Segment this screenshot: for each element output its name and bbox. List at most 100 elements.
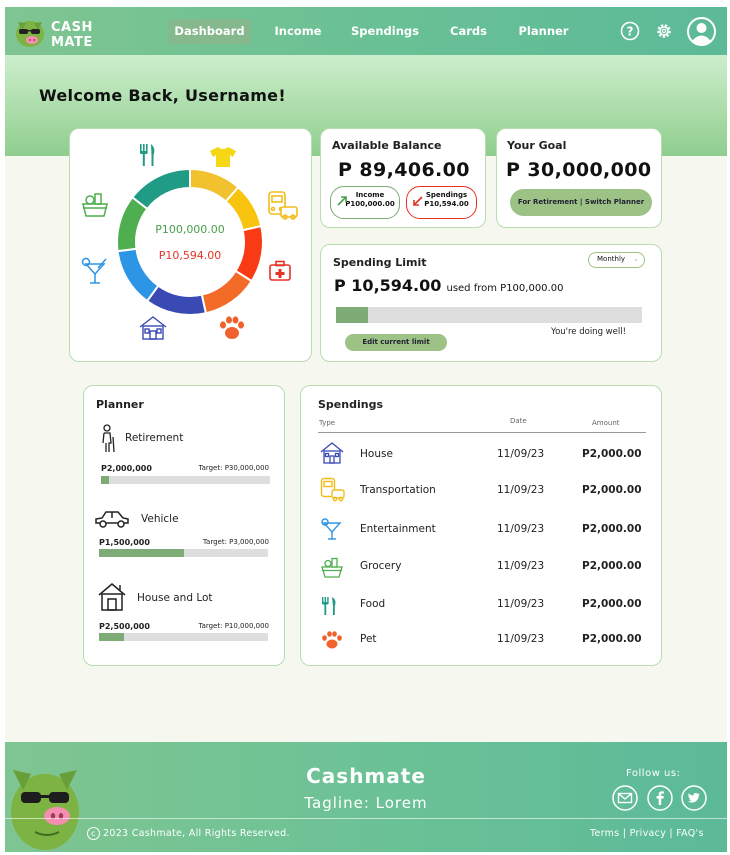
table-row[interactable]: Pet 11/09/23 P2,000.00 <box>301 629 661 657</box>
house-icon <box>320 442 344 464</box>
spending-breakdown-card: P100,000.00 P10,594.00 <box>69 128 312 362</box>
follow-us-label: Follow us: <box>626 768 681 779</box>
row-type: Food <box>360 598 386 610</box>
balance-title: Available Balance <box>332 139 442 152</box>
your-goal-card: Your Goal P 30,000,000 For Retirement | … <box>496 128 662 228</box>
tshirt-icon <box>210 147 236 167</box>
limit-title: Spending Limit <box>333 256 427 269</box>
row-date: 11/09/23 <box>497 523 545 535</box>
planner-progress-bar <box>99 633 268 641</box>
cocktail-icon <box>321 518 342 540</box>
row-amount: P2,000.00 <box>582 560 642 572</box>
column-header-type: Type <box>319 419 336 427</box>
house-icon <box>98 583 126 611</box>
row-type: Entertainment <box>360 523 436 535</box>
spending-donut-chart <box>116 167 264 316</box>
income-pill[interactable]: Income P100,000.00 <box>330 186 400 219</box>
planner-title: Planner <box>96 398 144 411</box>
pig-mascot-logo-icon[interactable] <box>12 14 48 50</box>
row-amount: P2,000.00 <box>582 448 642 460</box>
email-icon[interactable] <box>612 785 638 811</box>
table-row[interactable]: Grocery 11/09/23 P2,000.00 <box>301 554 661 582</box>
row-date: 11/09/23 <box>497 633 545 645</box>
goal-title: Your Goal <box>507 139 567 152</box>
planner-progress-fill <box>101 476 110 484</box>
planner-progress-bar <box>101 476 270 484</box>
row-type: Transportation <box>360 484 436 496</box>
planner-item-name[interactable]: Vehicle <box>141 513 179 525</box>
donut-spent-value: P10,594.00 <box>158 249 222 262</box>
row-date: 11/09/23 <box>497 484 545 496</box>
bus-icon <box>320 477 345 502</box>
planner-progress-fill <box>99 633 125 641</box>
footer-links[interactable]: Terms | Privacy | FAQ's <box>590 828 704 839</box>
limit-used-amount: P 10,594.00 <box>334 276 442 295</box>
twitter-icon[interactable] <box>681 785 707 811</box>
settings-gear-icon[interactable] <box>654 21 674 41</box>
elderly-person-icon <box>102 424 115 453</box>
balance-amount: P 89,406.00 <box>338 159 470 181</box>
cocktail-icon <box>81 257 107 284</box>
copyright-icon: c <box>87 827 100 840</box>
table-row[interactable]: Transportation 11/09/23 P2,000.00 <box>301 477 661 505</box>
limit-status-message: You're doing well! <box>551 327 626 337</box>
nav-planner[interactable]: Planner <box>511 19 576 44</box>
switch-planner-button[interactable]: For Retirement | Switch Planner <box>510 189 652 216</box>
row-type: Pet <box>360 633 377 645</box>
row-amount: P2,000.00 <box>582 598 642 610</box>
planner-progress-bar <box>99 549 268 557</box>
spendings-card: Spendings Type Date Amount House 11/09/2… <box>300 385 662 666</box>
edit-limit-button[interactable]: Edit current limit <box>345 334 447 351</box>
brand-line-2: MATE <box>51 35 93 50</box>
nav-income[interactable]: Income <box>264 19 332 44</box>
table-row[interactable]: House 11/09/23 P2,000.00 <box>301 442 661 470</box>
copyright-line: c 2023 Cashmate, All Rights Reserved. <box>87 827 290 840</box>
planner-item-name[interactable]: Retirement <box>125 432 183 444</box>
grocery-basket-icon <box>82 193 108 217</box>
top-navigation-bar: CASH MATE Dashboard Income Spendings Car… <box>5 7 727 55</box>
help-icon[interactable]: ? <box>620 21 640 41</box>
grocery-basket-icon <box>321 557 343 578</box>
available-balance-card: Available Balance P 89,406.00 Income P10… <box>320 128 486 228</box>
limit-progress-fill <box>336 307 369 323</box>
house-icon <box>139 316 167 340</box>
nav-dashboard[interactable]: Dashboard <box>168 19 251 44</box>
donut-income-value: P100,000.00 <box>155 223 225 236</box>
column-header-amount: Amount <box>592 419 620 427</box>
car-icon <box>95 511 129 528</box>
planner-item-target: Target: P3,000,000 <box>202 538 269 546</box>
spendings-title: Spendings <box>318 398 383 411</box>
donut-segment-pet[interactable] <box>200 269 254 315</box>
row-amount: P2,000.00 <box>582 523 642 535</box>
planner-item-target: Target: P10,000,000 <box>198 622 269 630</box>
table-row[interactable]: Entertainment 11/09/23 P2,000.00 <box>301 516 661 544</box>
nav-spendings[interactable]: Spendings <box>345 19 425 44</box>
row-type: Grocery <box>360 560 402 572</box>
brand-line-1: CASH <box>51 20 93 35</box>
planner-item-saved: P2,500,000 <box>99 622 150 631</box>
nav-cards[interactable]: Cards <box>441 19 496 44</box>
row-type: House <box>360 448 393 460</box>
planner-progress-fill <box>99 549 184 557</box>
facebook-icon[interactable] <box>647 785 673 811</box>
period-dropdown[interactable]: Monthly ⌄ <box>588 252 645 268</box>
user-avatar-icon[interactable] <box>687 17 716 46</box>
table-divider <box>318 432 646 433</box>
goal-amount: P 30,000,000 <box>506 159 652 181</box>
svg-text:?: ? <box>627 25 634 39</box>
table-row[interactable]: Food 11/09/23 P2,000.00 <box>301 593 661 621</box>
bus-car-icon <box>268 191 298 220</box>
planner-card: Planner Retirement P2,000,000 Target: P3… <box>83 385 285 666</box>
footer: Cashmate Tagline: Lorem Follow us: c 2023… <box>5 742 727 852</box>
spendings-pill[interactable]: Spendings P10,594.00 <box>406 186 477 219</box>
planner-item-saved: P2,000,000 <box>101 464 152 473</box>
row-date: 11/09/23 <box>497 598 545 610</box>
arrow-up-right-icon <box>337 196 347 206</box>
fork-knife-icon <box>322 597 336 615</box>
brand-wordmark[interactable]: CASH MATE <box>51 20 93 50</box>
first-aid-kit-icon <box>269 260 291 281</box>
copyright-text: 2023 Cashmate, All Rights Reserved. <box>103 828 290 839</box>
period-selected: Monthly <box>597 255 626 263</box>
planner-item-name[interactable]: House and Lot <box>137 592 213 604</box>
donut-segment-food[interactable] <box>130 167 191 211</box>
